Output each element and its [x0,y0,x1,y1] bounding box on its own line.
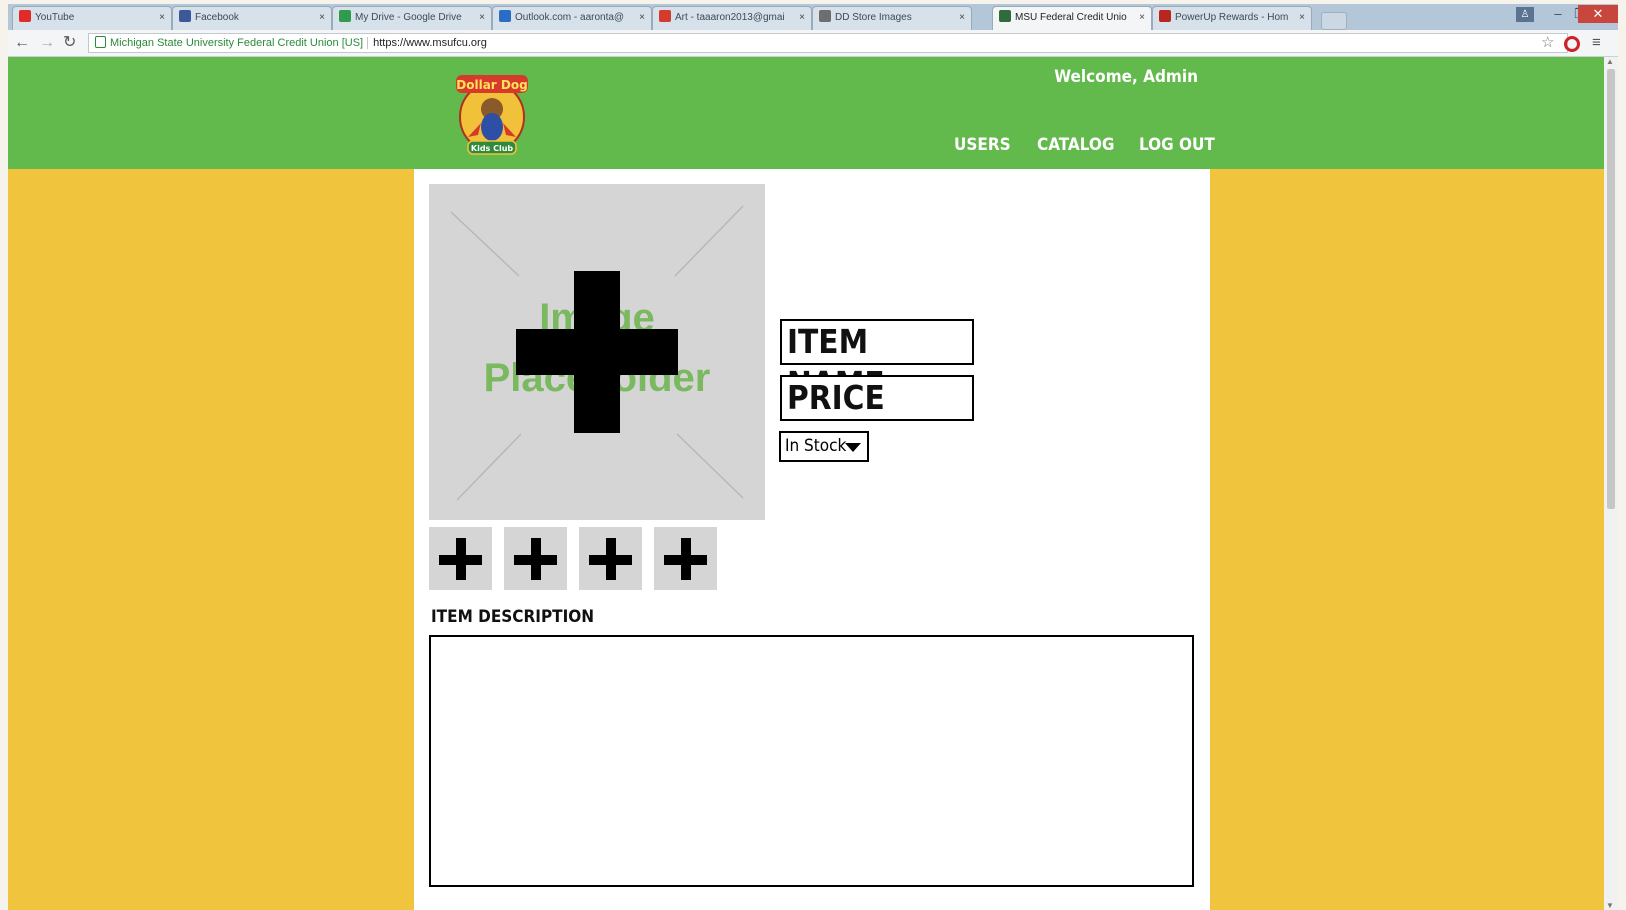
folder-icon [819,10,831,22]
bookmark-star-icon[interactable]: ☆ [1541,33,1554,53]
plus-icon [439,538,482,580]
forward-icon[interactable]: → [39,33,55,53]
lock-icon [95,36,106,48]
browser-window: YouTube × Facebook × My Drive - Google Dri… [8,4,1618,910]
close-icon[interactable]: × [1139,7,1145,29]
address-bar[interactable]: Michigan State University Federal Credit… [88,33,1568,53]
tab-title: My Drive - Google Drive [355,12,462,23]
tab-title: DD Store Images [835,12,912,23]
close-window-button[interactable]: ✕ [1578,5,1618,23]
close-icon[interactable]: × [159,7,165,29]
tab-google-drive[interactable]: My Drive - Google Drive × [332,6,492,30]
add-thumbnail-button-1[interactable] [429,527,492,590]
tab-facebook[interactable]: Facebook × [172,6,332,30]
minimize-button[interactable]: – [1546,5,1570,23]
new-tab-button[interactable] [1321,12,1347,30]
back-icon[interactable]: ← [14,33,30,53]
google-drive-icon [339,10,351,22]
nav-users[interactable]: USERS [954,135,1011,155]
nav-catalog[interactable]: CATALOG [1037,135,1114,155]
tab-msu-federal-credit-union[interactable]: MSU Federal Credit Unio × [992,6,1152,30]
nav-log-out[interactable]: LOG OUT [1139,135,1215,155]
page-scrollbar[interactable]: ▲ ▼ [1604,57,1618,910]
site-header: Dollar Dog Kids Club Welcome, Admin USER… [8,57,1604,169]
facebook-icon [179,10,191,22]
logo-subtitle: Kids Club [471,144,514,153]
browser-toolbar: ← → ↻ Michigan State University Federal … [8,30,1618,57]
youtube-icon [19,10,31,22]
menu-icon[interactable]: ≡ [1592,34,1601,52]
scroll-up-icon[interactable]: ▲ [1606,57,1614,66]
reload-icon[interactable]: ↻ [63,33,76,53]
tab-title: YouTube [35,12,75,23]
stock-status-select[interactable]: In Stock [779,431,869,462]
tab-youtube[interactable]: YouTube × [12,6,172,30]
tab-strip: YouTube × Facebook × My Drive - Google Dri… [8,4,1618,30]
close-icon[interactable]: × [479,7,485,29]
tab-title: Outlook.com - aaronta@ [515,12,625,23]
close-icon[interactable]: × [639,7,645,29]
add-image-plus-icon[interactable] [429,184,765,520]
opera-extension-icon[interactable] [1564,36,1580,52]
tab-outlook[interactable]: Outlook.com - aaronta@ × [492,6,652,30]
profile-icon[interactable]: ♙ [1516,7,1534,22]
plus-icon [589,538,632,580]
logo-title: Dollar Dog [456,78,527,92]
stock-status-value: In Stock [785,436,847,456]
dropdown-caret-icon [845,443,861,452]
tab-title: MSU Federal Credit Unio [1015,12,1127,23]
item-description-label: ITEM DESCRIPTION [431,607,595,627]
tab-title: Art - taaaron2013@gmai [675,12,785,23]
close-icon[interactable]: × [959,7,965,29]
plus-icon [664,538,707,580]
item-name-field[interactable]: ITEM NAME [780,319,974,403]
scroll-down-icon[interactable]: ▼ [1606,901,1614,910]
url-text[interactable]: https://www.msufcu.org [373,37,487,49]
add-thumbnail-button-2[interactable] [504,527,567,590]
add-thumbnail-button-3[interactable] [579,527,642,590]
welcome-message: Welcome, Admin [1054,67,1198,87]
add-thumbnail-button-4[interactable] [654,527,717,590]
dollar-dog-logo[interactable]: Dollar Dog Kids Club [454,71,530,157]
close-icon[interactable]: × [319,7,325,29]
tab-dd-store-images[interactable]: DD Store Images × [812,6,972,30]
main-image-upload[interactable]: Image Placeholder [429,184,765,520]
gmail-icon [659,10,671,22]
item-editor-card: Image Placeholder [414,169,1210,910]
scroll-thumb[interactable] [1607,69,1615,509]
price-field[interactable]: PRICE [780,375,974,421]
tab-powerup-rewards[interactable]: PowerUp Rewards - Hom × [1152,6,1312,30]
close-icon[interactable]: × [799,7,805,29]
item-description-textarea[interactable] [429,635,1194,887]
close-icon[interactable]: × [1299,7,1305,29]
site-identity[interactable]: Michigan State University Federal Credit… [110,37,369,49]
plus-icon [514,538,557,580]
tab-title: PowerUp Rewards - Hom [1175,12,1289,23]
outlook-icon [499,10,511,22]
msu-icon [999,10,1011,22]
tab-title: Facebook [195,12,239,23]
page-viewport: Dollar Dog Kids Club Welcome, Admin USER… [8,57,1604,910]
tab-gmail[interactable]: Art - taaaron2013@gmai × [652,6,812,30]
gamestop-icon [1159,10,1171,22]
